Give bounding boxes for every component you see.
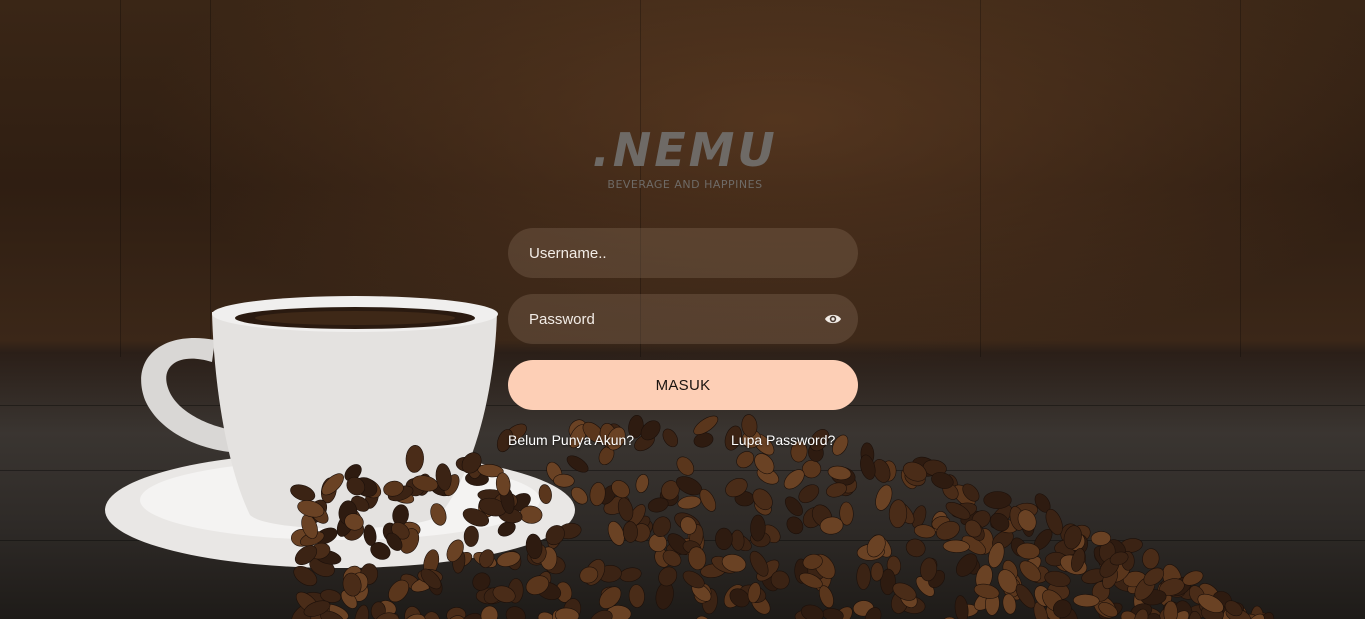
login-button[interactable]: MASUK xyxy=(508,360,858,410)
password-input[interactable] xyxy=(508,294,858,344)
brand-tagline: BEVERAGE AND HAPPINES xyxy=(607,178,763,191)
eye-icon[interactable] xyxy=(824,311,842,327)
forgot-password-link[interactable]: Lupa Password? xyxy=(731,432,835,448)
username-field xyxy=(508,228,858,278)
brand-name: .NEMU xyxy=(592,123,778,177)
brand-logo: .NEMU BEVERAGE AND HAPPINES xyxy=(540,124,830,191)
password-field xyxy=(508,294,858,344)
register-link[interactable]: Belum Punya Akun? xyxy=(508,432,634,448)
username-input[interactable] xyxy=(508,228,858,278)
